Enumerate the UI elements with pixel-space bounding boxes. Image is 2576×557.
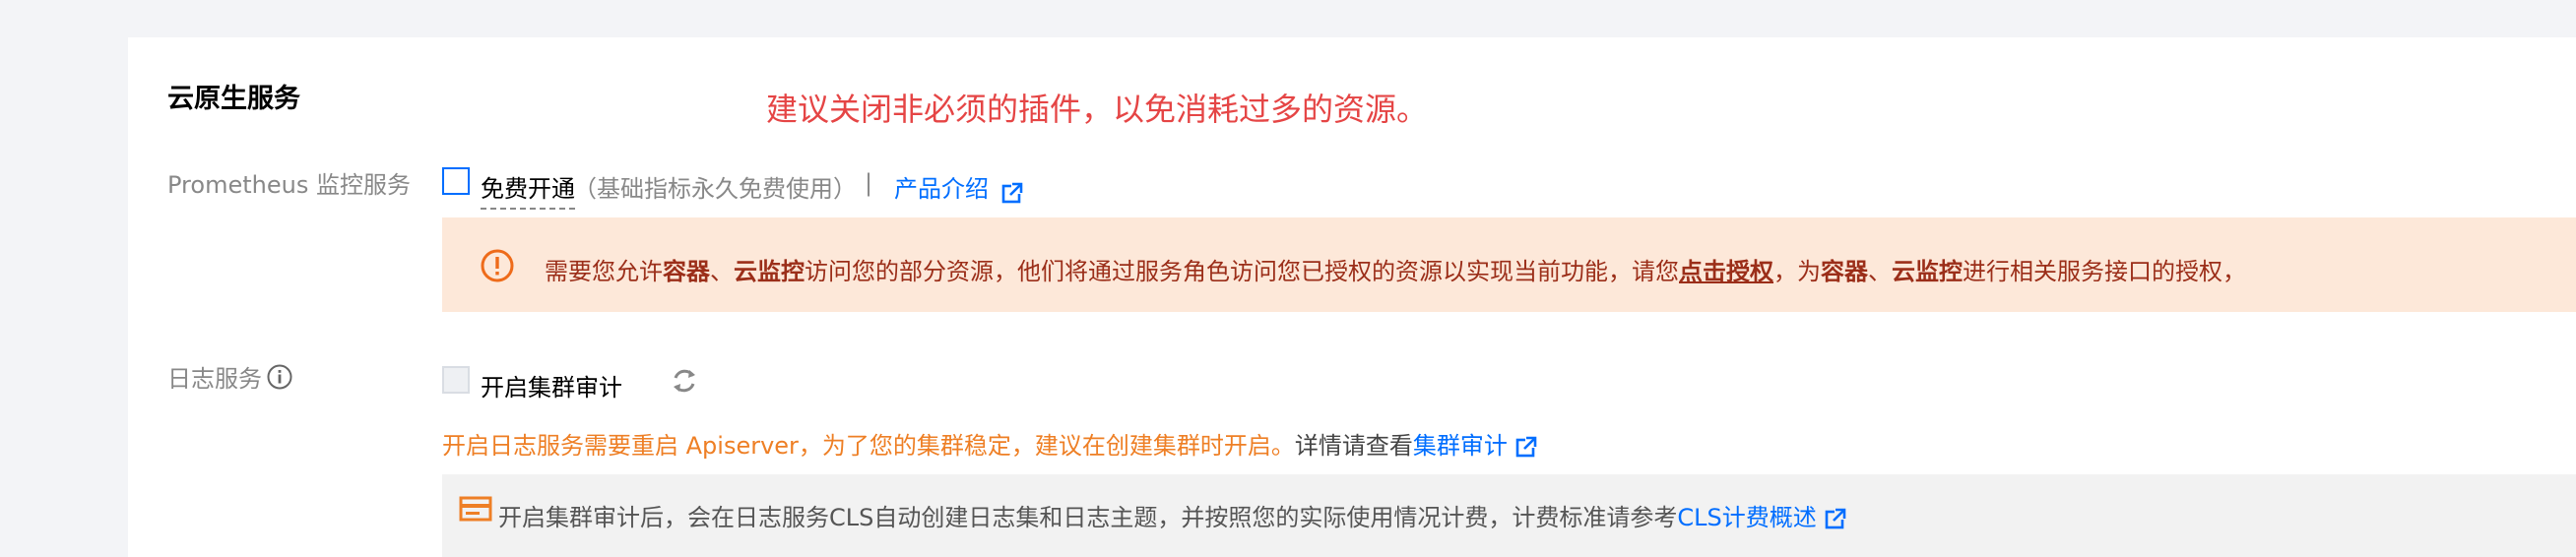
log-service-label-text: 日志服务: [167, 365, 262, 393]
external-link-icon: [1825, 508, 1846, 529]
prometheus-label: Prometheus 监控服务: [167, 171, 411, 199]
billing-text: 开启集群审计后，会在日志服务CLS自动创建日志集和日志主题，并按照您的实际使用情…: [498, 504, 1678, 531]
cluster-audit-checkbox[interactable]: [442, 366, 470, 394]
section-title: 云原生服务: [167, 84, 300, 114]
external-link-icon: [1515, 436, 1537, 458]
restart-note-text: 开启日志服务需要重启 Apiserver，为了您的集群稳定，建议在创建集群时开启…: [442, 432, 1295, 460]
free-open-label[interactable]: 免费开通: [481, 169, 575, 210]
cluster-audit-label[interactable]: 开启集群审计: [481, 368, 622, 402]
alert-sep1: 、: [710, 258, 734, 285]
link-divider: |: [865, 169, 873, 197]
authorize-link[interactable]: 点击授权: [1679, 258, 1773, 285]
alert-service-monitor: 云监控: [734, 258, 805, 285]
log-service-label: 日志服务: [167, 359, 293, 394]
alert-service-monitor-2: 云监控: [1892, 258, 1963, 285]
refresh-icon[interactable]: [670, 366, 699, 396]
alert-sep2: 、: [1868, 258, 1892, 285]
exclamation-circle-icon: [481, 249, 514, 282]
alert-middle: 访问您的部分资源，他们将通过服务角色访问您已授权的资源以实现当前功能，请您: [805, 258, 1679, 285]
details-prefix: 详情请查看: [1294, 432, 1413, 460]
external-link-icon: [1001, 182, 1023, 203]
alert-suffix: 进行相关服务接口的授权，: [1963, 258, 2246, 285]
alert-message: 需要您允许容器、云监控访问您的部分资源，他们将通过服务角色访问您已授权的资源以实…: [545, 252, 2246, 286]
alert-service-container-2: 容器: [1821, 258, 1868, 285]
free-note: （基础指标永久免费使用）: [573, 175, 857, 203]
cluster-audit-link[interactable]: 集群审计: [1413, 432, 1508, 460]
alert-prefix: 需要您允许: [545, 258, 663, 285]
alert-service-container: 容器: [663, 258, 710, 285]
billing-icon: [459, 496, 492, 522]
product-intro-link[interactable]: 产品介绍: [894, 169, 1023, 204]
info-circle-icon[interactable]: [266, 363, 293, 391]
billing-info-text: 开启集群审计后，会在日志服务CLS自动创建日志集和日志主题，并按照您的实际使用情…: [498, 498, 1846, 532]
cls-billing-link[interactable]: CLS计费概述: [1677, 504, 1816, 531]
restart-note: 开启日志服务需要重启 Apiserver，为了您的集群稳定，建议在创建集群时开启…: [442, 426, 1537, 461]
prometheus-checkbox[interactable]: [442, 167, 470, 195]
alert-middle2: ，为: [1773, 258, 1821, 285]
recommendation-text: 建议关闭非必须的插件，以免消耗过多的资源。: [766, 91, 1429, 128]
product-intro-link-text[interactable]: 产品介绍: [894, 175, 989, 203]
